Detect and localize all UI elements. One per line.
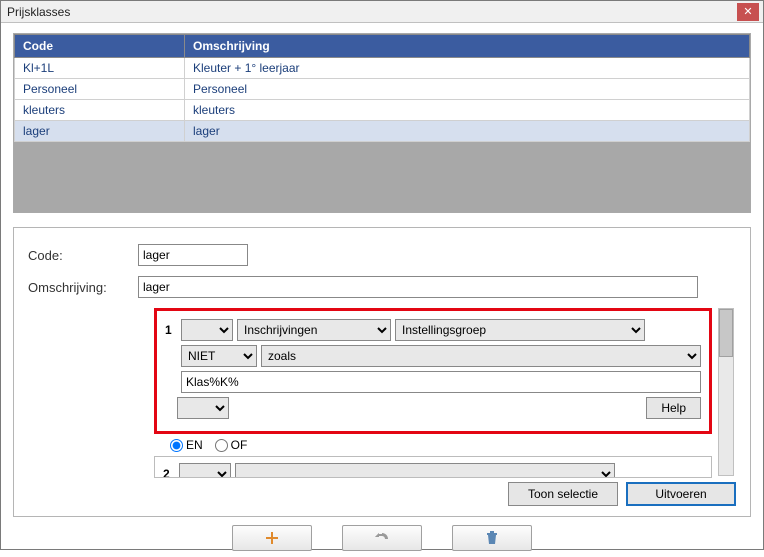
action-row: Toon selectie Uitvoeren xyxy=(508,482,736,506)
close-icon[interactable]: ✕ xyxy=(737,3,759,21)
filter-block-2: 2 xyxy=(154,456,712,478)
uitvoeren-button[interactable]: Uitvoeren xyxy=(626,482,736,506)
table-wrap: Code Omschrijving Kl+1L Kleuter + 1° lee… xyxy=(13,33,751,213)
add-button[interactable] xyxy=(232,525,312,551)
table-row[interactable]: Personeel Personeel xyxy=(15,79,750,100)
toon-selectie-button[interactable]: Toon selectie xyxy=(508,482,618,506)
logic-radio-group: EN OF xyxy=(170,438,712,452)
titlebar: Prijsklasses ✕ xyxy=(1,1,763,23)
code-input[interactable] xyxy=(138,244,248,266)
content-area: Code Omschrijving Kl+1L Kleuter + 1° lee… xyxy=(1,23,763,557)
price-class-table: Code Omschrijving Kl+1L Kleuter + 1° lee… xyxy=(14,34,750,142)
filter-number: 2 xyxy=(163,467,173,478)
trash-icon xyxy=(484,530,500,546)
toolbar xyxy=(13,525,751,551)
filter-op-combo[interactable]: zoals xyxy=(261,345,701,367)
col-header-desc[interactable]: Omschrijving xyxy=(185,35,750,58)
table-row[interactable]: kleuters kleuters xyxy=(15,100,750,121)
code-label: Code: xyxy=(28,248,138,263)
form-panel: Code: Omschrijving: 1 Inschrijvingen Ins… xyxy=(13,227,751,517)
radio-of[interactable]: OF xyxy=(215,438,248,452)
undo-icon xyxy=(374,530,390,546)
filter-field-combo[interactable]: Instellingsgroep xyxy=(395,319,645,341)
filter-table-combo[interactable]: Inschrijvingen xyxy=(237,319,391,341)
filter-scroll-area: 1 Inschrijvingen Instellingsgroep NIET z… xyxy=(154,308,734,476)
desc-label: Omschrijving: xyxy=(28,280,138,295)
filter-value-input[interactable] xyxy=(181,371,701,393)
window-title: Prijsklasses xyxy=(7,5,70,19)
filter-logic-combo[interactable] xyxy=(177,397,229,419)
delete-button[interactable] xyxy=(452,525,532,551)
scrollbar-thumb[interactable] xyxy=(719,309,733,357)
table-row-selected[interactable]: lager lager xyxy=(15,121,750,142)
radio-en[interactable]: EN xyxy=(170,438,203,452)
filter2-prefix-combo[interactable] xyxy=(179,463,231,478)
table-empty-area xyxy=(14,142,750,206)
help-button[interactable]: Help xyxy=(646,397,701,419)
filter-block-1: 1 Inschrijvingen Instellingsgroep NIET z… xyxy=(154,308,712,434)
desc-input[interactable] xyxy=(138,276,698,298)
window: Prijsklasses ✕ Code Omschrijving Kl+1L K… xyxy=(0,0,764,550)
filter2-field-combo[interactable] xyxy=(235,463,615,478)
filter-scrollbar[interactable] xyxy=(718,308,734,476)
filter-number: 1 xyxy=(165,323,175,337)
filter-prefix-combo[interactable] xyxy=(181,319,233,341)
filter-not-combo[interactable]: NIET xyxy=(181,345,257,367)
col-header-code[interactable]: Code xyxy=(15,35,185,58)
table-row[interactable]: Kl+1L Kleuter + 1° leerjaar xyxy=(15,58,750,79)
plus-icon xyxy=(264,530,280,546)
undo-button[interactable] xyxy=(342,525,422,551)
